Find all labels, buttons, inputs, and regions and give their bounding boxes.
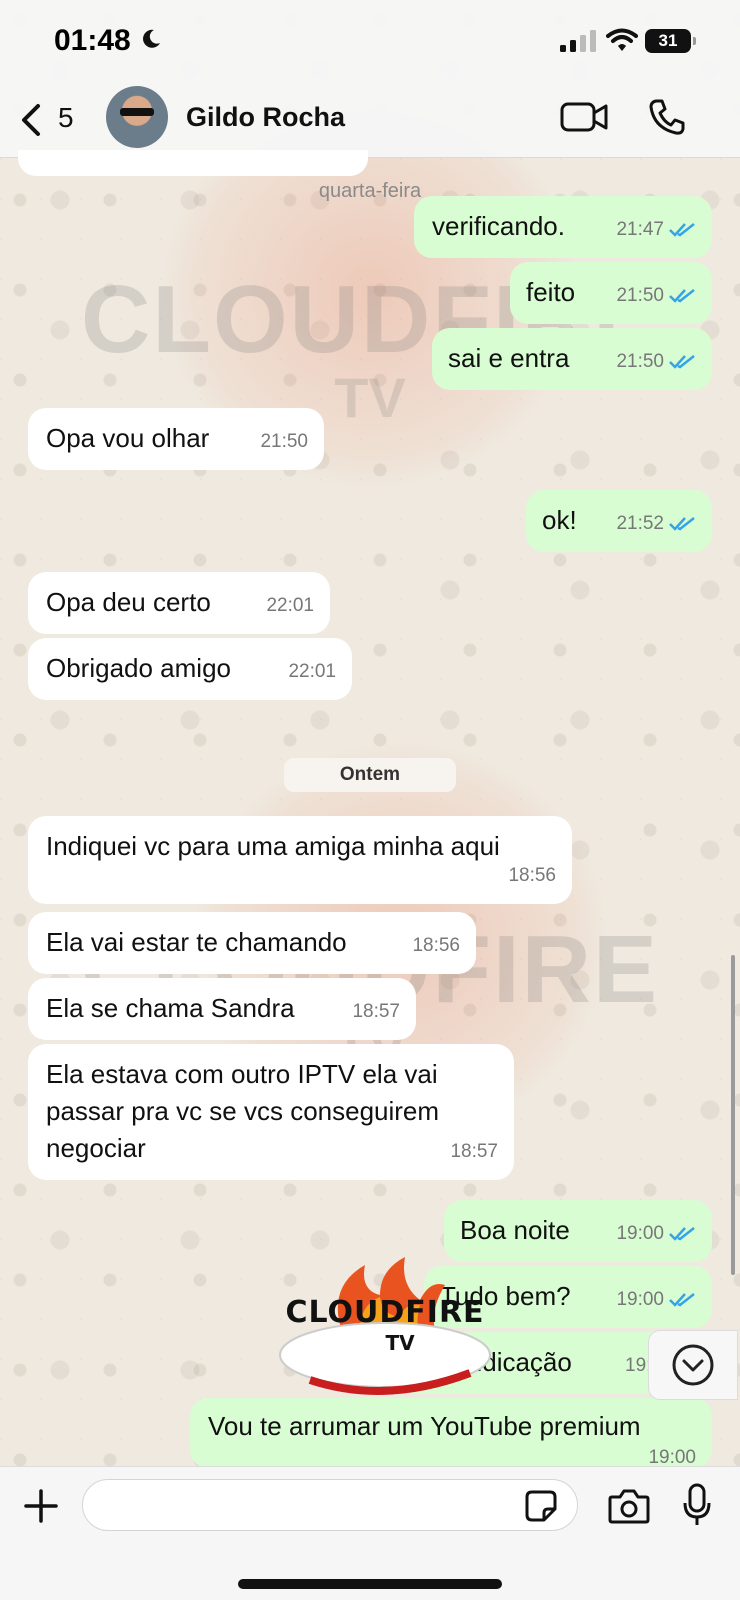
wifi-icon [606, 28, 638, 51]
message-bubble-clipped[interactable] [18, 150, 368, 176]
message-composer [0, 1466, 740, 1600]
message-text: Opa vou olhar [46, 423, 210, 453]
message-text: ok! [542, 505, 577, 535]
phone-call-icon[interactable] [648, 98, 686, 136]
message-time: 21:52 [616, 513, 664, 534]
message-time: 19:00 [616, 1289, 664, 1310]
message-meta: 21:47 [616, 211, 696, 248]
message-bubble[interactable]: Opa vou olhar 21:50 [28, 408, 324, 470]
clock: 01:48 [54, 24, 131, 57]
message-bubble[interactable]: Ela se chama Sandra 18:57 [28, 978, 416, 1040]
read-ticks-icon [669, 355, 695, 369]
moon-icon [143, 29, 160, 48]
message-bubble[interactable]: Boa noite 19:00 [444, 1200, 712, 1262]
message-bubble[interactable]: Ela estava com outro IPTV ela vai passar… [28, 1044, 514, 1180]
logo-brand-text: CLOUDFIRE [285, 1295, 485, 1330]
message-bubble[interactable]: ok! 21:52 [526, 490, 712, 552]
message-meta: 21:50 [616, 277, 696, 314]
message-text: sai e entra [448, 343, 570, 373]
avatar[interactable] [106, 86, 168, 148]
message-text: Opa deu certo [46, 587, 211, 617]
message-text: Vou te arrumar um YouTube premium [208, 1411, 641, 1441]
cloudfire-logo-art [279, 1257, 491, 1395]
message-text: feito [526, 277, 576, 307]
message-text: verificando. [432, 211, 565, 241]
message-bubble[interactable]: Indiquei vc para uma amiga minha aqui 18… [28, 816, 572, 904]
camera-icon[interactable] [608, 1487, 650, 1525]
message-meta: 21:50 [616, 343, 696, 380]
message-time: 18:56 [508, 865, 556, 886]
message-meta: 19:00 [616, 1281, 696, 1318]
message-text: Ela se chama Sandra [46, 993, 295, 1023]
message-bubble[interactable]: feito 21:50 [510, 262, 712, 324]
read-ticks-icon [669, 223, 695, 237]
message-time: 21:50 [616, 351, 664, 372]
message-bubble[interactable]: Opa deu certo 22:01 [28, 572, 330, 634]
read-ticks-icon [669, 517, 695, 531]
chevron-left-icon[interactable] [18, 102, 46, 138]
contact-name[interactable]: Gildo Rocha [186, 102, 345, 133]
message-time: 18:57 [450, 1141, 498, 1162]
message-bubble[interactable]: Vou te arrumar um YouTube premium 19:00 [190, 1398, 712, 1468]
microphone-icon[interactable] [682, 1483, 712, 1527]
message-time: 18:56 [412, 935, 460, 956]
message-text: Boa noite [460, 1215, 570, 1245]
message-time: 21:50 [616, 285, 664, 306]
status-bar: 01:48 31 [0, 0, 740, 80]
video-call-icon[interactable] [560, 100, 608, 134]
scrollbar[interactable] [731, 955, 735, 1275]
day-label-wednesday: quarta-feira [318, 180, 422, 202]
read-ticks-icon [669, 289, 695, 303]
message-bubble[interactable]: verificando. 21:47 [414, 196, 712, 258]
chevron-down-circle-icon [672, 1344, 714, 1386]
message-bubble[interactable]: Ela vai estar te chamando 18:56 [28, 912, 476, 974]
message-bubble[interactable]: Obrigado amigo 22:01 [28, 638, 352, 700]
message-meta: 19:00 [616, 1215, 696, 1252]
message-bubble[interactable]: sai e entra 21:50 [432, 328, 712, 390]
sticker-icon[interactable] [524, 1489, 558, 1523]
message-time: 22:01 [288, 661, 336, 682]
scroll-to-bottom-button[interactable] [648, 1330, 738, 1400]
message-text: Obrigado amigo [46, 653, 231, 683]
cloudfire-logo: CLOUDFIRE TV [270, 1255, 500, 1405]
message-time: 18:57 [352, 1001, 400, 1022]
date-separator: Ontem [284, 758, 456, 792]
battery-indicator: 31 [645, 29, 696, 53]
message-text: Indiquei vc para uma amiga minha aqui [46, 831, 500, 861]
message-meta: 21:52 [616, 505, 696, 542]
cellular-signal-icon [560, 30, 596, 52]
home-indicator [238, 1579, 502, 1589]
read-ticks-icon [669, 1227, 695, 1241]
unread-chats-count[interactable]: 5 [58, 102, 74, 134]
message-time: 19:00 [616, 1223, 664, 1244]
message-time: 21:50 [260, 431, 308, 452]
read-ticks-icon [669, 1293, 695, 1307]
message-text: Ela estava com outro IPTV ela vai passar… [46, 1059, 440, 1163]
message-text: Ela vai estar te chamando [46, 927, 347, 957]
chat-header: 5 Gildo Rocha [0, 80, 740, 158]
message-input[interactable] [82, 1479, 578, 1531]
avatar-glasses [120, 108, 154, 116]
message-time: 22:01 [266, 595, 314, 616]
plus-icon[interactable] [22, 1487, 60, 1525]
logo-tv-text: TV [385, 1331, 415, 1355]
message-time: 21:47 [616, 219, 664, 240]
